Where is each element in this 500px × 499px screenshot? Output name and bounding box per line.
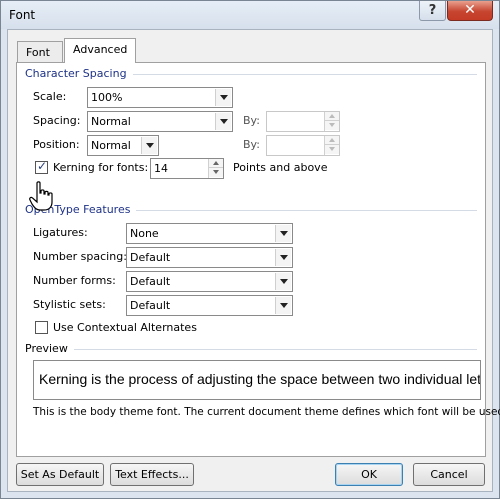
chevron-down-icon[interactable] bbox=[215, 89, 231, 106]
font-dialog: Font ? ✕ Font Advanced Character Spacing… bbox=[0, 0, 500, 499]
position-by-label: By: bbox=[243, 138, 260, 151]
position-value: Normal bbox=[91, 139, 131, 152]
number-forms-combo[interactable]: Default bbox=[126, 271, 293, 292]
kerning-label: Kerning for fonts: bbox=[53, 161, 149, 174]
kerning-suffix: Points and above bbox=[233, 161, 328, 174]
close-button[interactable]: ✕ bbox=[447, 1, 493, 21]
number-spacing-combo[interactable]: Default bbox=[126, 247, 293, 268]
position-combo[interactable]: Normal bbox=[87, 135, 159, 156]
preview-text: Kerning is the process of adjusting the … bbox=[39, 371, 481, 387]
stylistic-sets-combo[interactable]: Default bbox=[126, 295, 293, 316]
spacing-combo[interactable]: Normal bbox=[87, 111, 233, 132]
number-forms-value: Default bbox=[130, 275, 171, 288]
spin-down-icon[interactable] bbox=[209, 168, 223, 177]
contextual-alternates-checkbox[interactable] bbox=[35, 321, 48, 334]
spin-up-icon[interactable] bbox=[325, 136, 339, 145]
chevron-down-icon[interactable] bbox=[215, 113, 231, 130]
cancel-button[interactable]: Cancel bbox=[413, 463, 485, 486]
kerning-value: 14 bbox=[154, 162, 168, 175]
help-button[interactable]: ? bbox=[419, 1, 446, 21]
spin-down-icon[interactable] bbox=[325, 121, 339, 130]
spacing-by-label: By: bbox=[243, 114, 260, 127]
number-forms-label: Number forms: bbox=[33, 274, 116, 287]
character-spacing-heading: Character Spacing bbox=[25, 67, 133, 80]
ligatures-value: None bbox=[130, 227, 159, 240]
kerning-spinner[interactable]: 14 bbox=[150, 158, 224, 179]
scale-value: 100% bbox=[91, 91, 123, 104]
text-effects-button[interactable]: Text Effects... bbox=[110, 463, 194, 486]
ligatures-label: Ligatures: bbox=[33, 226, 88, 239]
stylistic-sets-label: Stylistic sets: bbox=[33, 298, 106, 311]
spin-down-icon[interactable] bbox=[325, 145, 339, 154]
title-bar: Font ? ✕ bbox=[1, 1, 499, 29]
preview-divider bbox=[25, 349, 477, 350]
tab-advanced-label: Advanced bbox=[73, 43, 128, 56]
stylistic-sets-value: Default bbox=[130, 299, 171, 312]
spin-up-icon[interactable] bbox=[209, 159, 223, 168]
chevron-down-icon[interactable] bbox=[275, 249, 291, 266]
dialog-title: Font bbox=[9, 8, 36, 22]
check-icon: ✓ bbox=[37, 159, 48, 173]
number-spacing-label: Number spacing: bbox=[33, 250, 127, 263]
set-as-default-button[interactable]: Set As Default bbox=[16, 463, 104, 486]
chevron-down-icon[interactable] bbox=[275, 273, 291, 290]
spacing-label: Spacing: bbox=[33, 114, 81, 127]
ok-button[interactable]: OK bbox=[335, 463, 403, 486]
spin-up-icon[interactable] bbox=[325, 112, 339, 121]
chevron-down-icon[interactable] bbox=[275, 297, 291, 314]
preview-heading: Preview bbox=[25, 342, 74, 355]
tab-font-label: Font bbox=[26, 46, 50, 59]
chevron-down-icon[interactable] bbox=[275, 225, 291, 242]
spacing-by-spinner[interactable] bbox=[266, 111, 340, 132]
tab-font[interactable]: Font bbox=[17, 41, 63, 63]
advanced-panel: Character Spacing Scale: 100% Spacing: N… bbox=[16, 62, 500, 457]
tab-advanced[interactable]: Advanced bbox=[64, 38, 136, 63]
position-by-spinner[interactable] bbox=[266, 135, 340, 156]
number-spacing-value: Default bbox=[130, 251, 171, 264]
preview-note: This is the body theme font. The current… bbox=[33, 406, 500, 418]
preview-box: Kerning is the process of adjusting the … bbox=[33, 360, 481, 400]
chevron-down-icon[interactable] bbox=[141, 137, 157, 154]
spacing-value: Normal bbox=[91, 115, 131, 128]
contextual-alternates-label: Use Contextual Alternates bbox=[53, 321, 197, 334]
hand-pointer-icon bbox=[29, 181, 53, 211]
scale-label: Scale: bbox=[33, 90, 67, 103]
kerning-checkbox[interactable]: ✓ bbox=[35, 159, 48, 174]
ligatures-combo[interactable]: None bbox=[126, 223, 293, 244]
position-label: Position: bbox=[33, 138, 80, 151]
dialog-body: Font Advanced Character Spacing Scale: 1… bbox=[7, 29, 500, 492]
scale-combo[interactable]: 100% bbox=[87, 87, 233, 108]
